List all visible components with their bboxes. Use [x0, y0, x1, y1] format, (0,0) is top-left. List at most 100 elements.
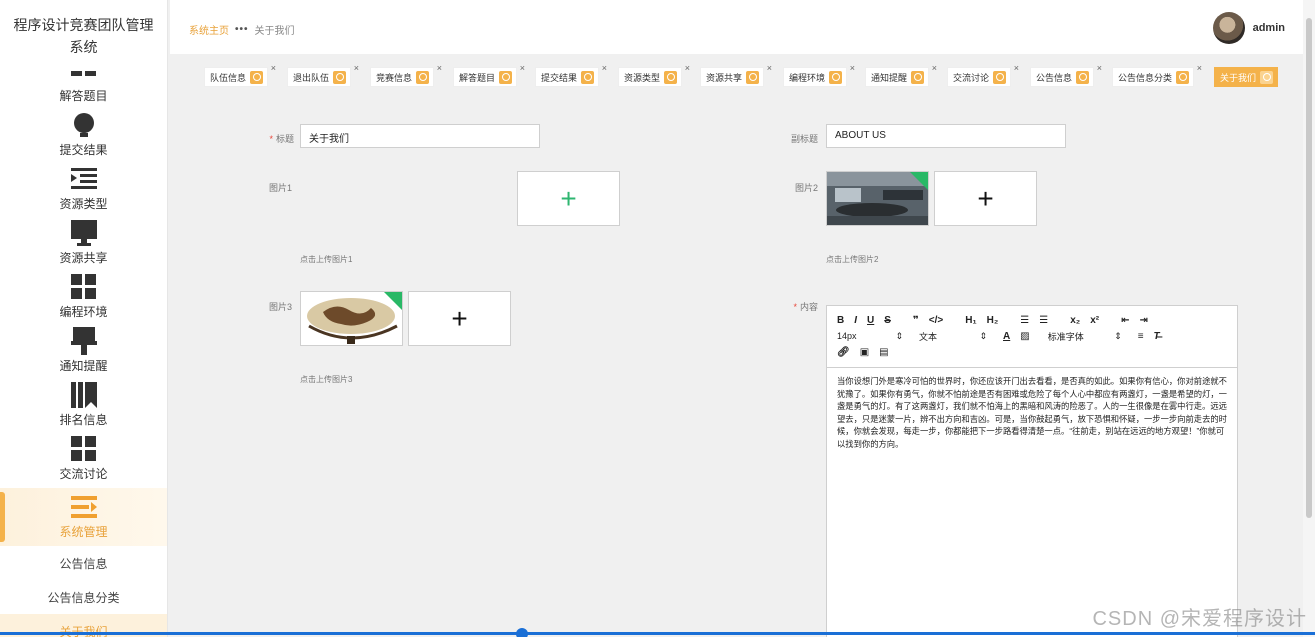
picture1-upload-button[interactable]: + — [517, 171, 620, 226]
tab-refresh-icon[interactable] — [911, 70, 925, 84]
close-icon[interactable]: × — [1097, 63, 1102, 73]
tab-quit-team[interactable]: 退出队伍 × — [287, 63, 359, 87]
subscript-button[interactable]: x₂ — [1070, 315, 1080, 326]
sidebar-item-programming-env[interactable]: 编程环境 — [0, 272, 167, 326]
sidebar-item-rankings[interactable]: 排名信息 — [0, 380, 167, 434]
sidebar-item-system-management[interactable]: 系统管理 — [0, 488, 167, 546]
ordered-list-button[interactable]: ☰ — [1020, 315, 1029, 326]
tab-refresh-icon[interactable] — [829, 70, 843, 84]
app-root: 程序设计竞赛团队管理系统 解答题目 提交结果 资源类型 资源共享 编程环境 通知… — [0, 0, 1315, 637]
close-icon[interactable]: × — [1014, 63, 1019, 73]
font-color-button[interactable]: A — [1003, 331, 1010, 342]
close-icon[interactable]: × — [520, 63, 525, 73]
tab-refresh-icon[interactable] — [993, 70, 1007, 84]
bulb-icon — [71, 112, 97, 138]
title-input[interactable]: 关于我们 — [300, 124, 540, 148]
tab-refresh-icon[interactable] — [333, 70, 347, 84]
sidebar-item-resource-sharing[interactable]: 资源共享 — [0, 218, 167, 272]
tab-announcements[interactable]: 公告信息 × — [1030, 63, 1102, 87]
underline-button[interactable]: U — [867, 315, 874, 326]
tab-contest-info[interactable]: 竞赛信息 × — [370, 63, 442, 87]
close-icon[interactable]: × — [767, 63, 772, 73]
outdent-button[interactable]: ⇤ — [1121, 315, 1129, 326]
picture2-thumbnail[interactable] — [826, 171, 929, 226]
avatar[interactable] — [1212, 12, 1245, 44]
heading2-button[interactable]: H₂ — [987, 315, 999, 326]
bullet-list-button[interactable]: ☰ — [1039, 315, 1048, 326]
align-button[interactable]: ≡ — [1138, 331, 1144, 342]
strikethrough-button[interactable]: S — [884, 315, 891, 326]
sidebar-item-answer-questions[interactable]: 解答题目 — [0, 70, 167, 110]
tab-label: 队伍信息 — [210, 72, 247, 83]
rich-text-editor[interactable]: B I U S ❞ </> H₁ H₂ ☰ ☰ x₂ x² ⇤ ⇥ 14px ⇕ … — [826, 305, 1238, 637]
tab-announcement-categories[interactable]: 公告信息分类 × — [1112, 63, 1202, 87]
sidebar-subitem-announcements[interactable]: 公告信息 — [0, 546, 167, 580]
tab-label: 公告信息分类 — [1118, 72, 1173, 83]
sidebar-item-resource-types[interactable]: 资源类型 — [0, 164, 167, 218]
subtitle-input[interactable]: ABOUT US — [826, 124, 1066, 148]
picture1-label: 图片1 — [268, 183, 292, 193]
tab-about-us[interactable]: 关于我们 — [1214, 67, 1279, 87]
picture3-upload-button[interactable]: + — [408, 291, 511, 346]
tab-resource-sharing[interactable]: 资源共享 × — [700, 63, 772, 87]
tab-refresh-icon[interactable] — [250, 70, 264, 84]
required-mark: * — [269, 134, 273, 144]
tab-refresh-icon[interactable] — [1076, 70, 1090, 84]
sidebar-item-label: 资源类型 — [59, 197, 108, 211]
video-icon[interactable]: ▤ — [879, 347, 888, 358]
close-icon[interactable]: × — [437, 63, 442, 73]
tab-refresh-icon[interactable] — [581, 70, 595, 84]
close-icon[interactable]: × — [602, 63, 607, 73]
sidebar-subitem-announcement-categories[interactable]: 公告信息分类 — [0, 580, 167, 614]
blockquote-button[interactable]: ❞ — [913, 315, 919, 326]
tab-refresh-icon[interactable] — [416, 70, 430, 84]
tab-programming-env[interactable]: 编程环境 × — [783, 63, 855, 87]
tab-refresh-icon[interactable] — [1176, 70, 1190, 84]
tab-answer-questions[interactable]: 解答题目 × — [453, 63, 525, 87]
tab-refresh-icon[interactable] — [746, 70, 760, 84]
user-menu[interactable]: admin — [1212, 12, 1285, 44]
link-icon[interactable]: 🔗︎ — [837, 347, 850, 358]
picture3-thumbnail[interactable] — [300, 291, 403, 346]
close-icon[interactable]: × — [850, 63, 855, 73]
superscript-button[interactable]: x² — [1090, 315, 1099, 326]
tab-submit-results[interactable]: 提交结果 × — [535, 63, 607, 87]
font-size-select[interactable]: 14px ⇕ — [837, 331, 903, 342]
tab-refresh-icon[interactable] — [1260, 70, 1274, 84]
tab-team-info[interactable]: 队伍信息 × — [204, 63, 276, 87]
close-icon[interactable]: × — [932, 63, 937, 73]
italic-button[interactable]: I — [854, 315, 857, 326]
bold-button[interactable]: B — [837, 315, 844, 326]
tab-resource-types[interactable]: 资源类型 × — [618, 63, 690, 87]
heading1-button[interactable]: H₁ — [965, 315, 976, 326]
close-icon[interactable]: × — [1197, 63, 1202, 73]
image-icon[interactable]: ▣ — [860, 347, 869, 358]
page-scrollbar[interactable] — [1303, 0, 1315, 637]
close-icon[interactable]: × — [685, 63, 690, 73]
sidebar-item-discussion[interactable]: 交流讨论 — [0, 434, 167, 488]
close-icon[interactable]: × — [271, 63, 276, 73]
background-color-button[interactable]: ▨ — [1020, 331, 1029, 342]
font-family-select[interactable]: 标准字体 ⇕ — [1048, 330, 1122, 343]
username[interactable]: admin — [1253, 22, 1285, 34]
editor-toolbar: B I U S ❞ </> H₁ H₂ ☰ ☰ x₂ x² ⇤ ⇥ 14px ⇕ … — [827, 306, 1237, 368]
close-icon[interactable]: × — [354, 63, 359, 73]
clear-format-button[interactable]: T̶ — [1154, 331, 1160, 342]
header: 系统主页 ••• 关于我们 admin — [170, 0, 1303, 54]
sidebar-item-submit-results[interactable]: 提交结果 — [0, 110, 167, 164]
code-block-button[interactable]: </> — [929, 315, 943, 326]
tab-discussion[interactable]: 交流讨论 × — [947, 63, 1019, 87]
tab-notifications[interactable]: 通知提醒 × — [865, 63, 937, 87]
sidebar-item-label: 资源共享 — [59, 251, 108, 265]
text-type-select[interactable]: 文本 ⇕ — [919, 330, 987, 343]
editor-content[interactable]: 当你设想门外是寒冷可怕的世界时，你还应该开门出去看看，是否真的如此。如果你有信心… — [827, 368, 1237, 457]
tab-refresh-icon[interactable] — [499, 70, 513, 84]
breadcrumb-home[interactable]: 系统主页 — [189, 22, 229, 37]
scrollbar-thumb[interactable] — [1306, 18, 1312, 518]
sidebar-item-notifications[interactable]: 通知提醒 — [0, 326, 167, 380]
picture2-upload-button[interactable]: + — [934, 171, 1037, 226]
indent-button[interactable]: ⇥ — [1140, 315, 1148, 326]
meeting-room-image — [827, 172, 928, 225]
progress-handle[interactable] — [516, 628, 528, 637]
tab-refresh-icon[interactable] — [664, 70, 678, 84]
